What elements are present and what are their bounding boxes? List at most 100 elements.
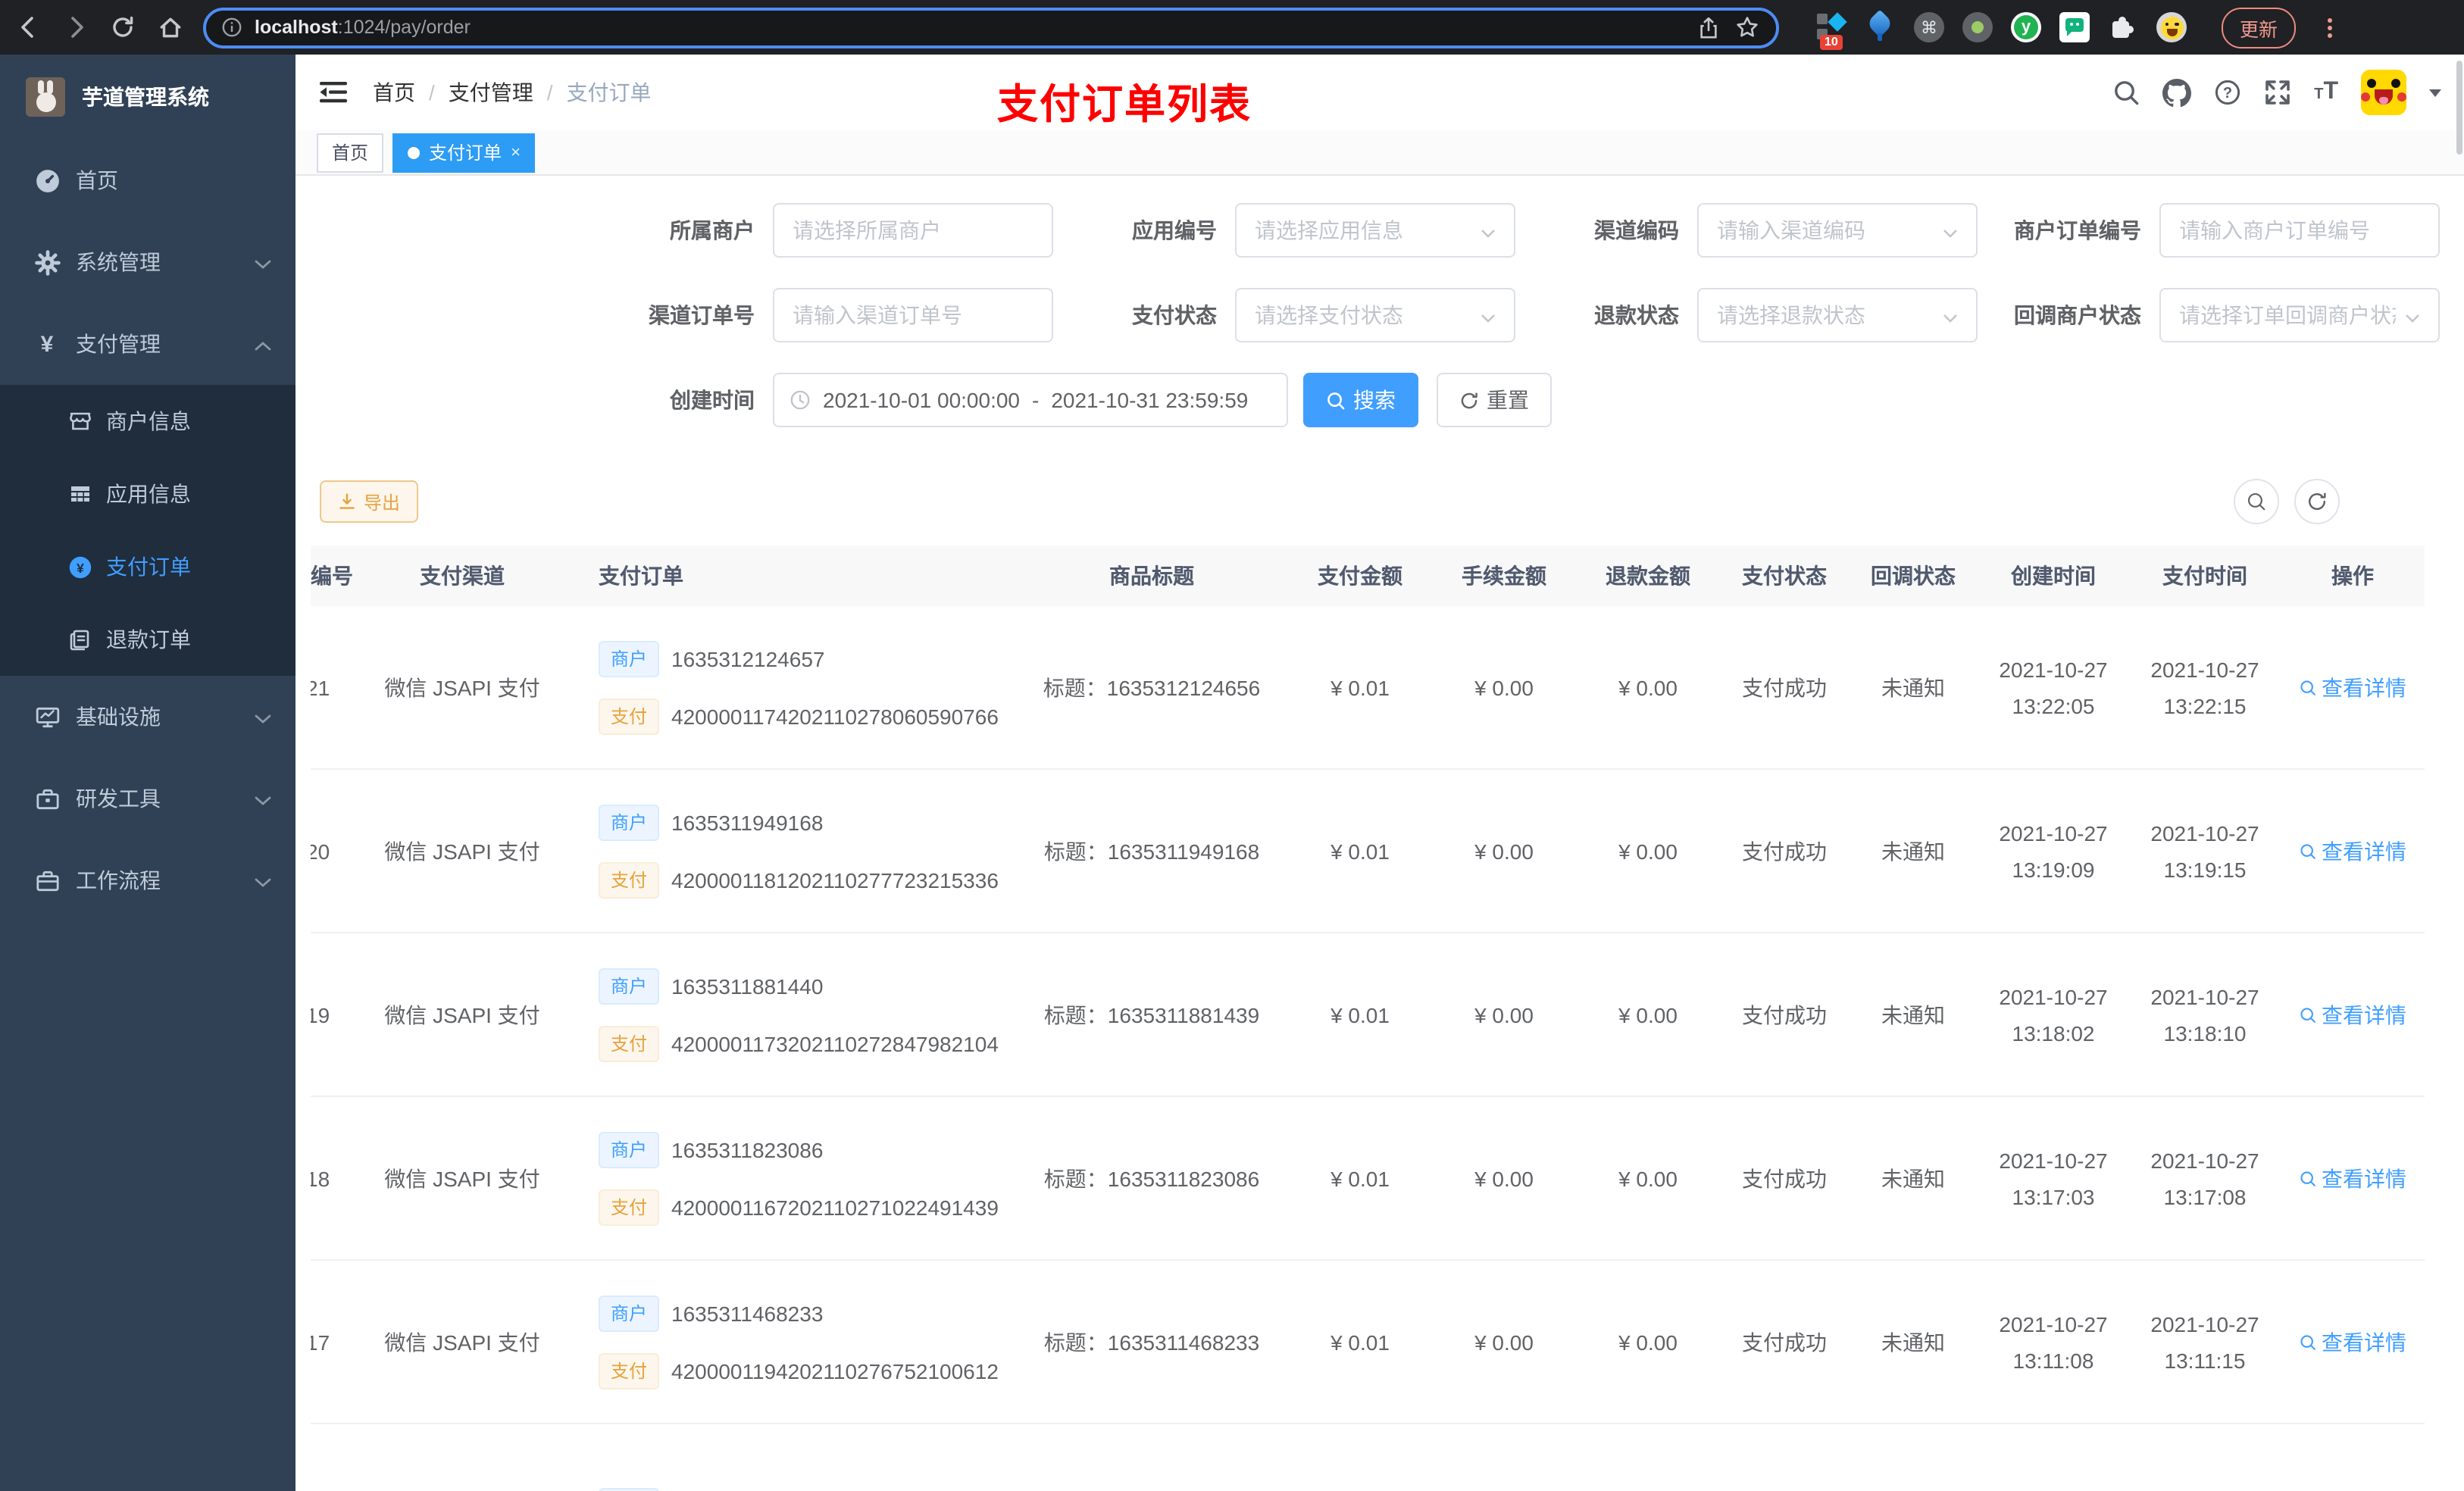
refresh-button[interactable] [2294,479,2340,524]
breadcrumb: 首页 / 支付管理 / 支付订单 [373,77,652,108]
tag-home[interactable]: 首页 [317,133,384,172]
reset-button[interactable]: 重置 [1437,373,1552,427]
toolbox-icon [33,786,61,811]
breadcrumb-home[interactable]: 首页 [373,77,415,108]
extensions-puzzle-icon[interactable] [2108,12,2138,42]
extension-balloon-icon[interactable] [1865,9,1896,42]
export-button[interactable]: 导出 [320,480,419,523]
toggle-search-button[interactable] [2234,479,2279,524]
cell-channel: 微信 JSAPI 支付 [384,1002,540,1027]
view-detail-link[interactable]: 查看详情 [2299,999,2406,1030]
monitor-icon [33,704,61,730]
briefcase-icon [33,867,61,893]
view-detail-link[interactable]: 查看详情 [2299,836,2406,866]
breadcrumb-pay-mgmt[interactable]: 支付管理 [449,77,533,108]
help-icon[interactable]: ? [2214,79,2241,106]
pay-tag: 支付 [599,1189,660,1225]
sidebar-item-app-info[interactable]: 应用信息 [0,458,295,530]
cell-id: 20 [311,839,330,863]
extension-sketch-icon[interactable]: 10 [1817,12,1847,50]
create-time-range-picker[interactable]: 2021-10-01 00:00:00 - 2021-10-31 23:59:5… [773,373,1288,427]
page-scrollbar[interactable] [2456,61,2462,155]
share-icon[interactable] [1694,14,1721,41]
back-icon[interactable] [15,14,42,41]
notify-status-select[interactable]: 请选择订单回调商户状态 [2159,288,2440,342]
page-info-icon[interactable] [221,14,242,41]
cell-refund: ¥ 0.00 [1618,839,1678,863]
table-row-partial: 商户1635311951736 [311,1424,2425,1491]
app-select[interactable]: 请选择应用信息 [1235,203,1515,258]
cell-pay-time: 2021-10-27 13:11:15 [2150,1311,2259,1372]
cell-create-time: 2021-10-27 13:11:08 [1999,1311,2108,1372]
user-menu-caret-icon[interactable] [2429,89,2441,96]
browser-update-button[interactable]: 更新 [2222,7,2297,48]
sidebar-item-refund-order[interactable]: 退款订单 [0,603,295,676]
extension-command-icon[interactable]: ⌘ [1914,12,1944,42]
cell-refund: ¥ 0.00 [1618,1330,1678,1354]
yen-circle-icon: ¥ [68,554,92,580]
chevron-down-icon [1481,303,1496,327]
cell-pay-time: 2021-10-27 13:19:15 [2150,821,2259,881]
bookmark-star-icon[interactable] [1734,14,1761,41]
browser-menu-icon[interactable] [2328,17,2333,37]
view-detail-link[interactable]: 查看详情 [2299,1163,2406,1193]
chevron-down-icon [1943,218,1958,242]
extension-dot-icon[interactable] [1962,12,1993,42]
channel-code-select[interactable]: 请输入渠道编码 [1697,203,1978,258]
sidebar-item-label: 工作流程 [76,868,161,892]
sidebar-item-payment[interactable]: ¥ 支付管理 [0,303,295,385]
font-size-icon[interactable]: TT [2314,79,2338,106]
url-text: localhost:1024/pay/order [255,14,471,41]
chevron-down-icon [1481,218,1496,242]
cell-actions: 查看详情 [2281,1327,2425,1357]
url-host: localhost [255,17,338,38]
sidebar-logo[interactable]: 芋道管理系统 [0,55,295,139]
sidebar-item-dev-tools[interactable]: 研发工具 [0,758,295,839]
sidebar-item-pay-order[interactable]: ¥ 支付订单 [0,530,295,603]
breadcrumb-separator: / [546,80,553,105]
cell-title: 标题：1635312124656 [1043,675,1261,699]
cell-fee: ¥ 0.00 [1474,1330,1534,1354]
sidebar-item-label: 支付管理 [76,332,161,356]
table-row: 20 微信 JSAPI 支付 商户 1635311949168 支付 4200001… [311,770,2425,933]
sidebar-item-home[interactable]: 首页 [0,139,295,221]
sidebar-collapse-icon[interactable] [318,79,349,106]
cell-create-time: 2021-10-27 13:18:02 [1999,984,2108,1045]
view-detail-link[interactable]: 查看详情 [2299,1327,2406,1357]
tag-close-icon[interactable]: × [511,143,521,161]
forward-icon[interactable] [62,14,89,41]
github-icon[interactable] [2162,78,2192,107]
sidebar-item-infra[interactable]: 基础设施 [0,676,295,758]
search-button[interactable]: 搜索 [1303,373,1418,427]
sidebar-item-workflow[interactable]: 工作流程 [0,839,295,921]
profile-avatar-icon[interactable] [2156,12,2187,42]
merchant-select[interactable]: 请选择所属商户 [773,203,1053,258]
fullscreen-icon[interactable] [2264,79,2291,106]
tag-pay-order[interactable]: 支付订单 × [392,133,536,172]
channel-order-no-input[interactable]: 请输入渠道订单号 [773,288,1053,342]
filter-label-channel-code: 渠道编码 [1594,218,1679,242]
clock-icon [790,389,811,411]
refund-status-select[interactable]: 请选择退款状态 [1697,288,1978,342]
extension-chat-icon[interactable] [2059,12,2090,42]
reload-icon[interactable] [109,14,136,41]
cell-pay-time: 2021-10-27 13:17:08 [2150,1148,2259,1208]
shop-icon [68,409,92,433]
sidebar-item-merchant-info[interactable]: 商户信息 [0,385,295,458]
breadcrumb-separator: / [429,80,435,105]
sidebar-item-system[interactable]: 系统管理 [0,221,295,303]
user-avatar[interactable] [2361,70,2406,115]
pay-tag: 支付 [599,861,660,898]
table-row: 19 微信 JSAPI 支付 商户 1635311881440 支付 4200001… [311,933,2425,1097]
main-content: 首页 / 支付管理 / 支付订单 支付订单列表 ? T T 首页 支付订单 × … [295,55,2464,1491]
pay-status-select[interactable]: 请选择支付状态 [1235,288,1515,342]
home-icon[interactable] [156,14,183,41]
url-bar[interactable]: localhost:1024/pay/order [203,7,1779,48]
cell-pay-status: 支付成功 [1742,1002,1827,1027]
extension-y-icon[interactable]: y [2011,12,2041,42]
search-icon[interactable] [2112,79,2140,106]
cell-order: 商户 1635311949168 支付 4200001181202110277723… [561,804,1015,898]
merchant-order-no-input[interactable]: 请输入商户订单编号 [2159,203,2440,258]
view-detail-link[interactable]: 查看详情 [2299,672,2406,702]
payment-submenu: 商户信息 应用信息 ¥ 支付订单 退款订单 [0,385,295,676]
